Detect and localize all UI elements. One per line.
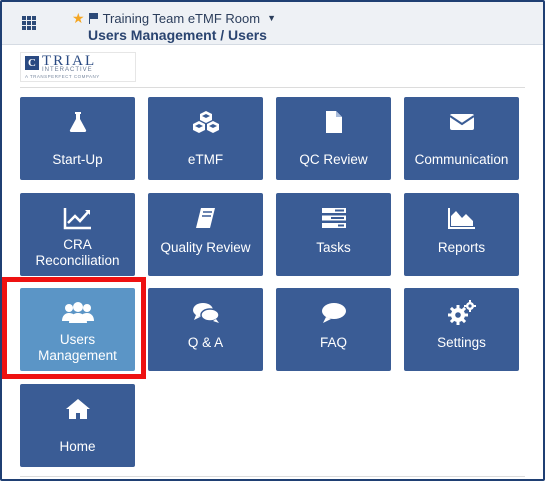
- tile-label: Reports: [437, 240, 486, 255]
- tile-faq[interactable]: FAQ: [276, 288, 391, 371]
- tile-label: CRA Reconciliation: [35, 237, 120, 268]
- tile-tasks[interactable]: Tasks: [276, 193, 391, 276]
- comments-icon: [148, 300, 263, 326]
- tile-reports[interactable]: Reports: [404, 193, 519, 276]
- logo-tagline: A TRANSPERFECT COMPANY: [25, 74, 100, 79]
- tile-start-up[interactable]: Start-Up: [20, 97, 135, 180]
- tile-q-and-a[interactable]: Q & A: [148, 288, 263, 371]
- tile-etmf[interactable]: eTMF: [148, 97, 263, 180]
- flag-icon: [88, 12, 99, 24]
- tile-cra-reconciliation[interactable]: CRA Reconciliation: [20, 193, 135, 276]
- tile-quality-review[interactable]: Quality Review: [148, 193, 263, 276]
- tile-label: Users Management: [38, 332, 117, 363]
- cubes-icon: [148, 109, 263, 135]
- caret-down-icon[interactable]: ▼: [267, 13, 276, 23]
- tile-label: FAQ: [319, 335, 347, 350]
- tile-home[interactable]: Home: [20, 384, 135, 467]
- flask-icon: [20, 109, 135, 135]
- logo-sub: INTERACTIVE: [42, 67, 93, 73]
- tile-settings[interactable]: Settings: [404, 288, 519, 371]
- tile-label: Start-Up: [52, 152, 103, 167]
- tasks-icon: [276, 205, 391, 231]
- tile-label: eTMF: [187, 152, 224, 167]
- logo-mark: C: [25, 56, 39, 70]
- footer-divider: [20, 476, 525, 477]
- top-bar: ★ Training Team eTMF Room ▼ Users Manage…: [2, 2, 543, 45]
- area-chart-icon: [404, 205, 519, 231]
- tile-label: QC Review: [299, 152, 368, 167]
- tile-communication[interactable]: Communication: [404, 97, 519, 180]
- cogs-icon: [404, 300, 519, 326]
- tile-label: Q & A: [187, 335, 224, 350]
- company-logo: C TRIAL INTERACTIVE A TRANSPERFECT COMPA…: [20, 52, 136, 82]
- room-selector[interactable]: ★ Training Team eTMF Room ▼: [72, 10, 276, 26]
- comment-icon: [276, 300, 391, 326]
- envelope-icon: [404, 109, 519, 135]
- star-icon[interactable]: ★: [72, 11, 85, 25]
- tile-users-management[interactable]: Users Management: [20, 288, 135, 371]
- line-chart-icon: [20, 205, 135, 231]
- tile-label: Home: [59, 439, 96, 454]
- tile-label: Tasks: [316, 240, 351, 255]
- tile-qc-review[interactable]: QC Review: [276, 97, 391, 180]
- apps-grid-icon[interactable]: [22, 16, 36, 30]
- file-icon: [276, 109, 391, 135]
- room-name: Training Team eTMF Room: [102, 10, 261, 26]
- tile-label: Communication: [414, 152, 509, 167]
- tile-label: Settings: [437, 335, 486, 350]
- header-divider: [20, 87, 525, 88]
- home-icon: [20, 396, 135, 422]
- tile-label: Quality Review: [160, 240, 251, 255]
- book-icon: [148, 205, 263, 231]
- users-icon: [20, 300, 135, 326]
- page-title: Users Management / Users: [88, 27, 267, 43]
